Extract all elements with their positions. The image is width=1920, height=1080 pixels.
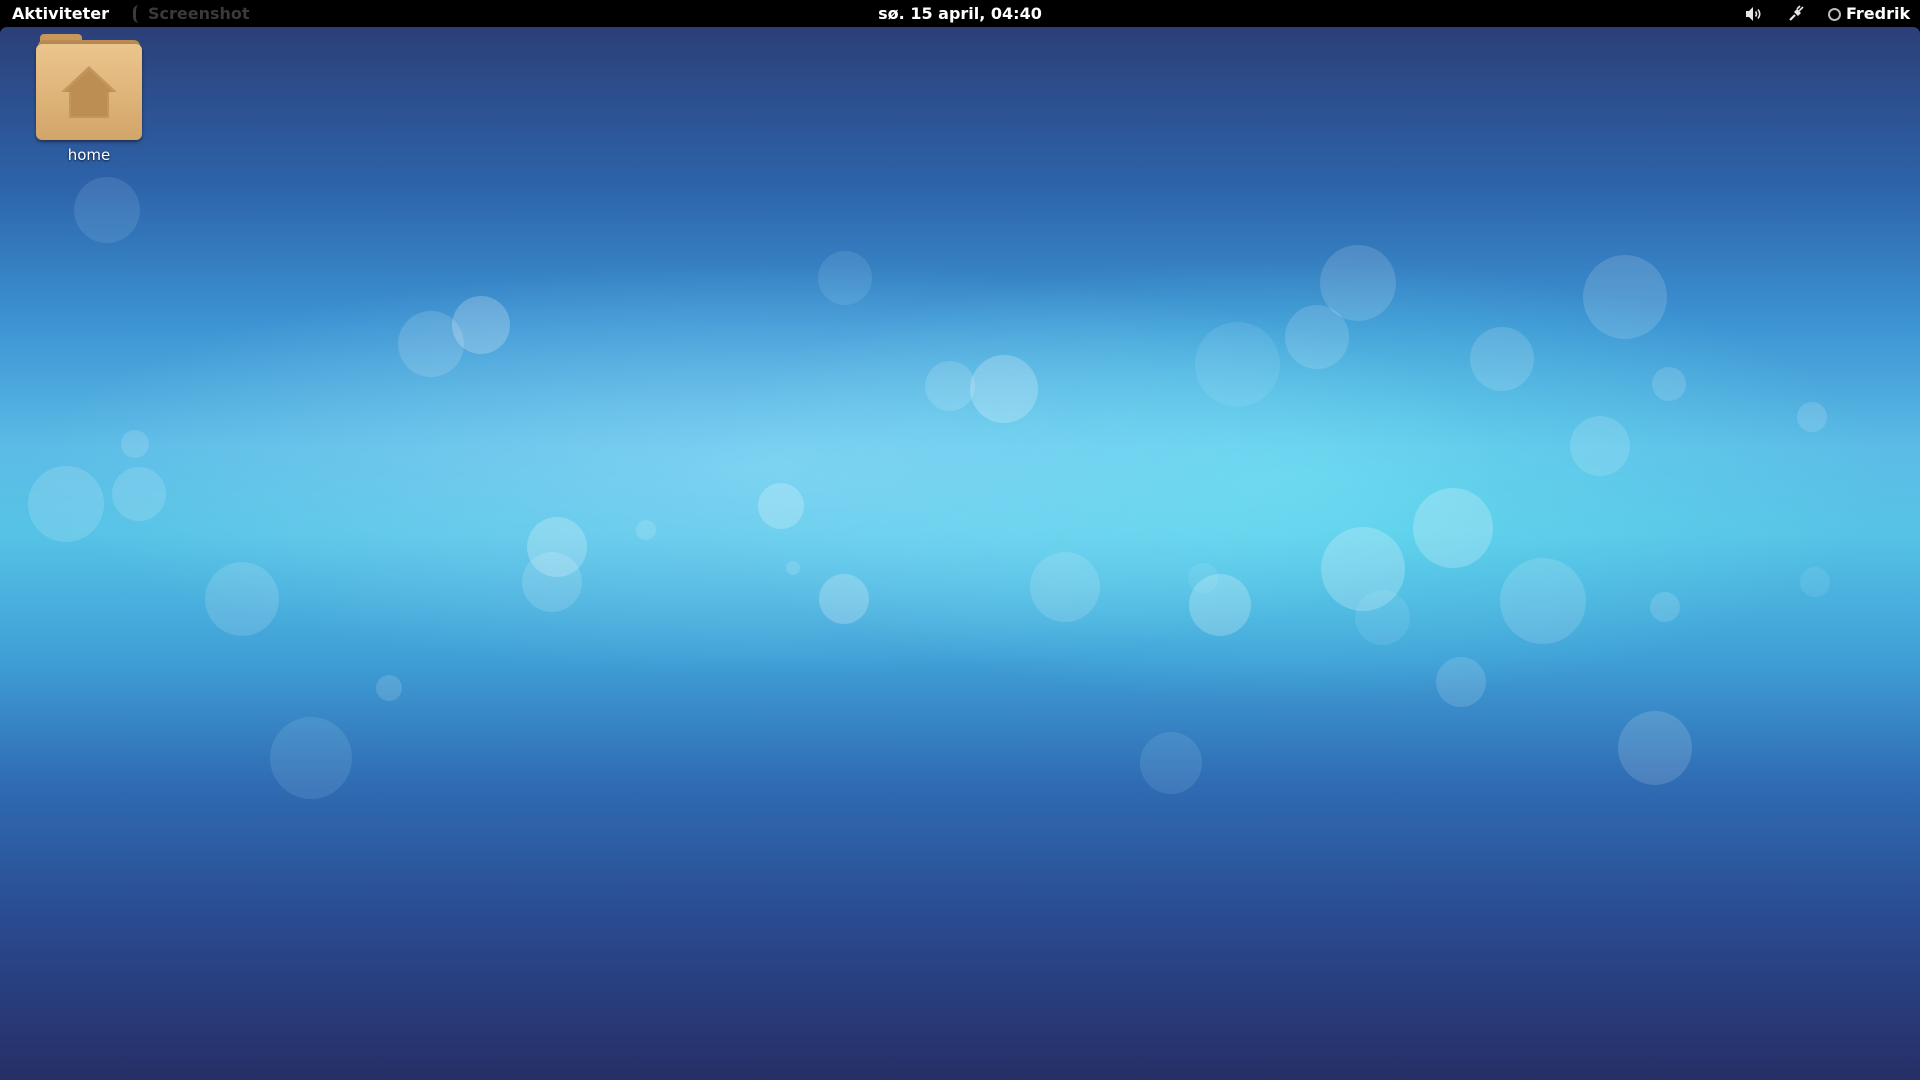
top-panel: Aktiviteter Screenshot sø. 15 april, 04:… bbox=[0, 0, 1920, 27]
wallpaper-bubble bbox=[636, 520, 656, 540]
network-wired-icon[interactable] bbox=[1787, 3, 1805, 24]
wallpaper-bubble bbox=[818, 251, 872, 305]
wallpaper-bubble bbox=[1570, 416, 1630, 476]
wallpaper-bubble bbox=[74, 177, 140, 243]
wallpaper-bubble bbox=[970, 355, 1038, 423]
wallpaper-bubble bbox=[758, 483, 804, 529]
wallpaper-bubble bbox=[1188, 563, 1218, 593]
wallpaper-bubble bbox=[1618, 711, 1692, 785]
wallpaper-bubble bbox=[1030, 552, 1100, 622]
volume-icon[interactable] bbox=[1745, 3, 1763, 24]
desktop-icon-home[interactable]: home bbox=[26, 30, 152, 164]
wallpaper-bubble bbox=[1436, 657, 1486, 707]
wallpaper-bubble bbox=[205, 562, 279, 636]
wallpaper-bubble bbox=[112, 467, 166, 521]
wallpaper-bubble bbox=[819, 574, 869, 624]
clock-text[interactable]: sø. 15 april, 04:40 bbox=[878, 4, 1042, 23]
wallpaper-bubble bbox=[398, 311, 464, 377]
wallpaper-bubble bbox=[1355, 590, 1410, 645]
wallpaper-bubble bbox=[376, 675, 402, 701]
wallpaper-bubble bbox=[270, 717, 352, 799]
wallpaper-bubble bbox=[522, 552, 582, 612]
wallpaper-bubble bbox=[786, 561, 800, 575]
wallpaper-bubble bbox=[1583, 255, 1667, 339]
wallpaper-bubble bbox=[28, 466, 104, 542]
wallpaper-bubble bbox=[1652, 367, 1686, 401]
wallpaper-bubble bbox=[121, 430, 149, 458]
home-folder-icon[interactable] bbox=[34, 30, 144, 142]
wallpaper-bubble bbox=[1285, 305, 1349, 369]
wallpaper-bubble bbox=[1470, 327, 1534, 391]
user-status-icon bbox=[1828, 8, 1841, 21]
wallpaper-bubble bbox=[1500, 558, 1586, 644]
wallpaper-bubble bbox=[1413, 488, 1493, 568]
clock-menu[interactable]: sø. 15 april, 04:40 bbox=[0, 4, 1920, 23]
desktop-icon-label: home bbox=[67, 146, 111, 164]
wallpaper-bubble bbox=[1800, 567, 1830, 597]
user-menu[interactable]: Fredrik bbox=[1828, 3, 1910, 24]
wallpaper-bubble bbox=[1650, 592, 1680, 622]
wallpaper-bubble bbox=[1195, 322, 1280, 407]
wallpaper-bubble bbox=[1797, 402, 1827, 432]
wallpaper-bubble bbox=[1140, 732, 1202, 794]
wallpaper-bubble bbox=[925, 361, 975, 411]
desktop-background[interactable] bbox=[0, 27, 1920, 1080]
user-name: Fredrik bbox=[1846, 4, 1911, 23]
